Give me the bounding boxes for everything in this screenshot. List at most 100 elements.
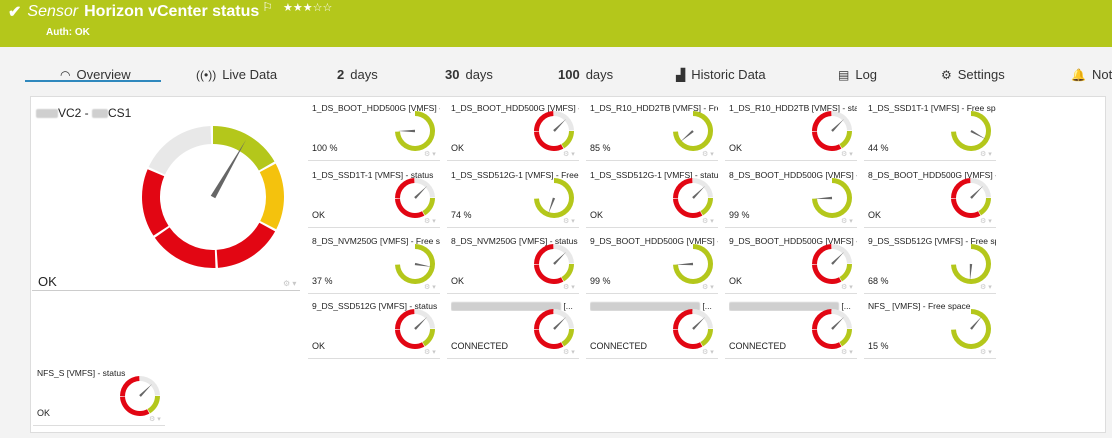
channel-value: 44 %: [868, 143, 889, 153]
channel-tile[interactable]: [... CONNECTED ⚙ ▾: [447, 298, 579, 359]
gauge-segment-green: [422, 329, 435, 347]
channel-value: CONNECTED: [590, 341, 648, 351]
gauge-needle: [692, 185, 706, 199]
tab-log[interactable]: ▤ Log: [838, 67, 877, 82]
gauge-segment-red: [534, 244, 554, 264]
channel-tile[interactable]: 9_DS_SSD512G [VMFS] - status OK ⚙ ▾: [308, 298, 440, 359]
channel-tile[interactable]: NFS_ [VMFS] - Free space 15 % ⚙ ▾: [864, 298, 996, 359]
main-channel-tools-icon[interactable]: ⚙ ▾: [283, 279, 296, 288]
channel-tools-icon[interactable]: ⚙ ▾: [424, 217, 436, 225]
channel-tools-icon[interactable]: ⚙ ▾: [563, 150, 575, 158]
channel-tile[interactable]: [... CONNECTED ⚙ ▾: [586, 298, 718, 359]
channel-tools-icon[interactable]: ⚙ ▾: [841, 217, 853, 225]
channel-tools-icon[interactable]: ⚙ ▾: [841, 150, 853, 158]
channel-tile[interactable]: 9_DS_BOOT_HDD500G [VMFS] - Free space99 …: [586, 233, 718, 294]
flag-icon[interactable]: ⚐: [262, 0, 273, 14]
tab-bar: ◠ Overview ((•)) Live Data 2 days 30 days 100 day…: [0, 64, 1112, 88]
channel-tools-icon[interactable]: ⚙ ▾: [841, 283, 853, 291]
channel-tools-icon[interactable]: ⚙ ▾: [563, 217, 575, 225]
channel-tools-icon[interactable]: ⚙ ▾: [980, 217, 992, 225]
channel-tile[interactable]: NFS_S [VMFS] - status OK ⚙ ▾: [33, 365, 165, 426]
free-space-gauge: [534, 178, 574, 218]
tab-days-30[interactable]: 30 days: [445, 67, 493, 82]
channel-tile[interactable]: 9_DS_SSD512G [VMFS] - Free space68 %⚙ ▾: [864, 233, 996, 294]
gauge-segment-green: [422, 198, 435, 216]
free-space-gauge: [673, 244, 713, 284]
channel-tools-icon[interactable]: ⚙ ▾: [980, 348, 992, 356]
free-space-gauge: [951, 244, 991, 284]
gauge-segment-red: [142, 169, 169, 236]
channel-tools-icon[interactable]: ⚙ ▾: [424, 283, 436, 291]
channel-tools-icon[interactable]: ⚙ ▾: [424, 348, 436, 356]
tab-days-2[interactable]: 2 days: [337, 67, 378, 82]
gauge-needle: [831, 118, 845, 132]
channel-tile[interactable]: 1_DS_BOOT_HDD500G [VMFS] - Free space100…: [308, 100, 440, 161]
tab-live-data[interactable]: ((•)) Live Data: [196, 67, 277, 82]
gauge-segment-green: [839, 264, 852, 282]
gauge-needle: [139, 383, 153, 397]
channel-tile[interactable]: [... CONNECTED ⚙ ▾: [725, 298, 857, 359]
gauge-needle: [692, 316, 706, 330]
free-space-gauge: [395, 244, 435, 284]
channel-tools-icon[interactable]: ⚙ ▾: [841, 348, 853, 356]
channel-tools-icon[interactable]: ⚙ ▾: [702, 217, 714, 225]
channel-tile[interactable]: 8_DS_BOOT_HDD500G [VMFS] - statusOK⚙ ▾: [864, 167, 996, 228]
sensor-name[interactable]: Horizon vCenter status: [84, 3, 259, 21]
channel-value: OK: [312, 210, 326, 220]
channel-tile[interactable]: 8_DS_NVM250G [VMFS] - status OK ⚙ ▾: [447, 233, 579, 294]
main-channel-status: OK: [38, 274, 57, 289]
tab-settings[interactable]: ⚙ Settings: [941, 67, 1005, 82]
channel-tile[interactable]: 1_DS_SSD1T-1 [VMFS] - Free space 44 % ⚙ ▾: [864, 100, 996, 161]
live-data-icon: ((•)): [196, 68, 217, 82]
channel-tools-icon[interactable]: ⚙ ▾: [702, 150, 714, 158]
gauge-needle: [969, 263, 973, 281]
tab-historic-data[interactable]: ▟ Historic Data: [676, 67, 766, 82]
gauge-segment-red: [534, 264, 564, 284]
channel-tools-icon[interactable]: ⚙ ▾: [702, 348, 714, 356]
gauge-needle: [970, 185, 984, 199]
channel-tile[interactable]: 9_DS_BOOT_HDD500G [VMFS] - statusOK⚙ ▾: [725, 233, 857, 294]
channel-value: 100 %: [312, 143, 338, 153]
priority-stars[interactable]: ★★★☆☆: [283, 1, 332, 14]
gauge-segment-red: [812, 244, 832, 264]
channel-tools-icon[interactable]: ⚙ ▾: [149, 415, 161, 423]
free-space-gauge: [951, 111, 991, 151]
tab-noti[interactable]: 🔔 Noti: [1071, 67, 1112, 82]
channel-tools-icon[interactable]: ⚙ ▾: [424, 150, 436, 158]
channel-tile[interactable]: 1_DS_BOOT_HDD500G [VMFS] - statusOK⚙ ▾: [447, 100, 579, 161]
channel-tile[interactable]: 1_DS_R10_HDD2TB [VMFS] - status OK ⚙ ▾: [725, 100, 857, 161]
channel-tools-icon[interactable]: ⚙ ▾: [563, 348, 575, 356]
channel-tools-icon[interactable]: ⚙ ▾: [563, 283, 575, 291]
gauge-segment-red: [534, 309, 554, 329]
status-gauge: [534, 244, 574, 284]
channel-tools-icon[interactable]: ⚙ ▾: [702, 283, 714, 291]
status-gauge: [120, 376, 160, 416]
status-gauge: [812, 244, 852, 284]
tab-days-number: 30: [445, 67, 460, 82]
channel-tile[interactable]: 1_DS_R10_HDD2TB [VMFS] - Free space85 %⚙…: [586, 100, 718, 161]
channel-tools-icon[interactable]: ⚙ ▾: [980, 283, 992, 291]
tab-days-100[interactable]: 100 days: [558, 67, 613, 82]
gauge-segment-red: [673, 178, 693, 198]
gauge-segment-green: [673, 244, 713, 284]
gauge-segment-red: [120, 396, 150, 416]
gauge-segment-green: [561, 329, 574, 347]
channel-tile[interactable]: 8_DS_NVM250G [VMFS] - Free space37 %⚙ ▾: [308, 233, 440, 294]
channel-tile[interactable]: 1_DS_SSD512G-1 [VMFS] - Free space74 %⚙ …: [447, 167, 579, 228]
gauge-segment-green: [673, 111, 713, 151]
channel-tile[interactable]: 1_DS_SSD1T-1 [VMFS] - status OK ⚙ ▾: [308, 167, 440, 228]
sensor-header: ✔ Sensor Horizon vCenter status ⚐ ★★★☆☆ …: [0, 0, 1112, 47]
gauge-segment-red: [154, 227, 216, 268]
main-channel-gauge[interactable]: [138, 118, 288, 273]
channel-tools-icon[interactable]: ⚙ ▾: [980, 150, 992, 158]
status-gauge: [534, 309, 574, 349]
gauge-segment-red: [395, 329, 425, 349]
gauge-needle: [210, 139, 246, 199]
gauge-segment-red: [395, 309, 415, 329]
channel-tile[interactable]: 8_DS_BOOT_HDD500G [VMFS] - Free space99 …: [725, 167, 857, 228]
sensor-word: Sensor: [27, 3, 79, 20]
channel-tile[interactable]: 1_DS_SSD512G-1 [VMFS] - status OK ⚙ ▾: [586, 167, 718, 228]
gauge-segment-green: [534, 178, 574, 218]
gauge-segment-grey: [148, 126, 212, 175]
active-tab-indicator: [25, 80, 161, 82]
